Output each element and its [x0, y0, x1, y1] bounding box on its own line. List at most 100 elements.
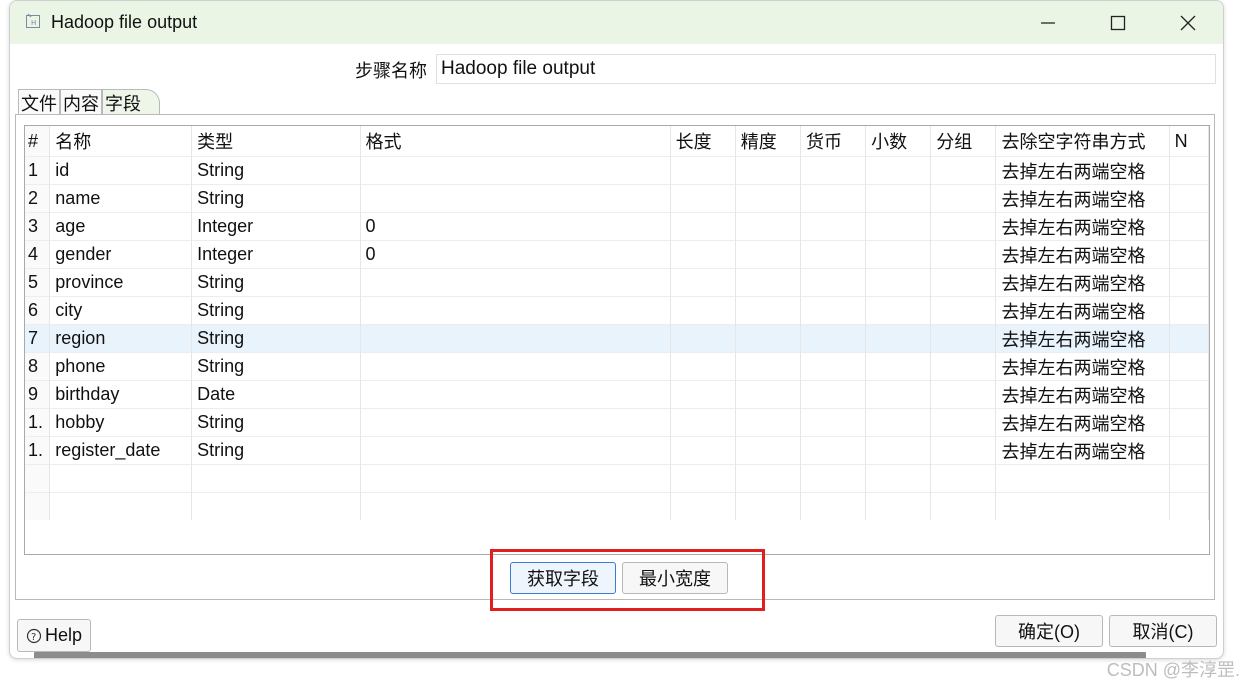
minimize-button[interactable]: [1025, 7, 1071, 39]
empty-cell[interactable]: [1169, 212, 1209, 241]
empty-cell[interactable]: [191, 492, 361, 520]
field-trim-cell[interactable]: 去掉左右两端空格: [995, 380, 1170, 409]
field-name-cell[interactable]: register_date: [49, 436, 193, 465]
empty-cell[interactable]: [865, 156, 932, 185]
empty-cell[interactable]: [800, 240, 867, 269]
horizontal-scrollbar[interactable]: [34, 652, 1146, 658]
empty-cell[interactable]: [800, 408, 867, 437]
field-format-cell[interactable]: [360, 380, 671, 409]
table-row[interactable]: 5 province String 去掉左右两端空格: [25, 268, 1209, 297]
empty-cell[interactable]: [800, 184, 867, 213]
empty-cell[interactable]: [930, 240, 997, 269]
table-row[interactable]: 6 city String 去掉左右两端空格: [25, 296, 1209, 325]
field-type-cell[interactable]: String: [191, 408, 361, 437]
row-number-cell[interactable]: 8: [25, 352, 51, 381]
field-trim-cell[interactable]: 去掉左右两端空格: [995, 296, 1170, 325]
row-number-cell[interactable]: 5: [25, 268, 51, 297]
field-name-cell[interactable]: province: [49, 268, 193, 297]
empty-cell[interactable]: [670, 212, 736, 241]
empty-cell[interactable]: [865, 464, 932, 493]
empty-cell[interactable]: [360, 464, 671, 493]
empty-cell[interactable]: [865, 436, 932, 465]
table-row[interactable]: 8 phone String 去掉左右两端空格: [25, 352, 1209, 381]
empty-cell[interactable]: [670, 380, 736, 409]
maximize-button[interactable]: [1095, 7, 1141, 39]
field-trim-cell[interactable]: 去掉左右两端空格: [995, 436, 1170, 465]
ok-button[interactable]: 确定(O): [995, 615, 1103, 647]
field-format-cell[interactable]: [360, 352, 671, 381]
empty-row[interactable]: [25, 464, 1209, 493]
table-row[interactable]: 9 birthday Date 去掉左右两端空格: [25, 380, 1209, 409]
empty-cell[interactable]: [735, 268, 801, 297]
empty-cell[interactable]: [670, 240, 736, 269]
field-type-cell[interactable]: Date: [191, 380, 361, 409]
field-type-cell[interactable]: String: [191, 184, 361, 213]
column-header-type[interactable]: 类型: [191, 126, 361, 157]
empty-cell[interactable]: [865, 324, 932, 353]
row-number-cell[interactable]: 7: [25, 324, 51, 353]
empty-cell[interactable]: [1169, 464, 1209, 493]
empty-cell[interactable]: [670, 296, 736, 325]
empty-cell[interactable]: [930, 408, 997, 437]
empty-cell[interactable]: [930, 492, 997, 520]
row-number-cell[interactable]: 1.: [25, 408, 51, 437]
field-trim-cell[interactable]: 去掉左右两端空格: [995, 240, 1170, 269]
empty-cell[interactable]: [930, 352, 997, 381]
empty-cell[interactable]: [735, 240, 801, 269]
empty-cell[interactable]: [49, 464, 193, 493]
empty-cell[interactable]: [670, 184, 736, 213]
column-header-precision[interactable]: 精度: [735, 126, 801, 157]
empty-cell[interactable]: [800, 380, 867, 409]
field-type-cell[interactable]: String: [191, 296, 361, 325]
table-row[interactable]: 4 gender Integer 0 去掉左右两端空格: [25, 240, 1209, 269]
field-trim-cell[interactable]: 去掉左右两端空格: [995, 408, 1170, 437]
row-number-cell[interactable]: 2: [25, 184, 51, 213]
empty-cell[interactable]: [800, 352, 867, 381]
row-number-cell[interactable]: 9: [25, 380, 51, 409]
empty-cell[interactable]: [1169, 492, 1209, 520]
empty-cell[interactable]: [735, 436, 801, 465]
field-name-cell[interactable]: id: [49, 156, 193, 185]
column-header-length[interactable]: 长度: [670, 126, 736, 157]
empty-cell[interactable]: [865, 296, 932, 325]
empty-cell[interactable]: [1169, 184, 1209, 213]
empty-cell[interactable]: [735, 380, 801, 409]
field-type-cell[interactable]: Integer: [191, 212, 361, 241]
empty-cell[interactable]: [800, 156, 867, 185]
empty-cell[interactable]: [930, 156, 997, 185]
empty-cell[interactable]: [1169, 296, 1209, 325]
empty-cell[interactable]: [1169, 268, 1209, 297]
tab-content[interactable]: 内容: [60, 89, 102, 116]
empty-cell[interactable]: [735, 184, 801, 213]
field-name-cell[interactable]: hobby: [49, 408, 193, 437]
field-trim-cell[interactable]: 去掉左右两端空格: [995, 156, 1170, 185]
empty-cell[interactable]: [800, 268, 867, 297]
empty-cell[interactable]: [800, 436, 867, 465]
field-name-cell[interactable]: birthday: [49, 380, 193, 409]
field-type-cell[interactable]: String: [191, 324, 361, 353]
table-row[interactable]: 3 age Integer 0 去掉左右两端空格: [25, 212, 1209, 241]
field-format-cell[interactable]: [360, 296, 671, 325]
empty-cell[interactable]: [670, 408, 736, 437]
row-number-cell[interactable]: 3: [25, 212, 51, 241]
empty-cell[interactable]: [735, 156, 801, 185]
field-name-cell[interactable]: phone: [49, 352, 193, 381]
field-trim-cell[interactable]: 去掉左右两端空格: [995, 324, 1170, 353]
field-trim-cell[interactable]: 去掉左右两端空格: [995, 268, 1170, 297]
close-button[interactable]: [1165, 7, 1211, 39]
field-format-cell[interactable]: [360, 184, 671, 213]
empty-cell[interactable]: [670, 464, 736, 493]
empty-cell[interactable]: [670, 436, 736, 465]
field-trim-cell[interactable]: 去掉左右两端空格: [995, 184, 1170, 213]
field-name-cell[interactable]: name: [49, 184, 193, 213]
empty-cell[interactable]: [735, 296, 801, 325]
empty-cell[interactable]: [995, 492, 1170, 520]
row-number-cell[interactable]: 1.: [25, 436, 51, 465]
empty-cell[interactable]: [865, 408, 932, 437]
empty-cell[interactable]: [930, 212, 997, 241]
empty-cell[interactable]: [930, 436, 997, 465]
field-name-cell[interactable]: gender: [49, 240, 193, 269]
table-row[interactable]: 1. hobby String 去掉左右两端空格: [25, 408, 1209, 437]
table-row[interactable]: 2 name String 去掉左右两端空格: [25, 184, 1209, 213]
column-header-trim-type[interactable]: 去除空字符串方式: [995, 126, 1170, 157]
